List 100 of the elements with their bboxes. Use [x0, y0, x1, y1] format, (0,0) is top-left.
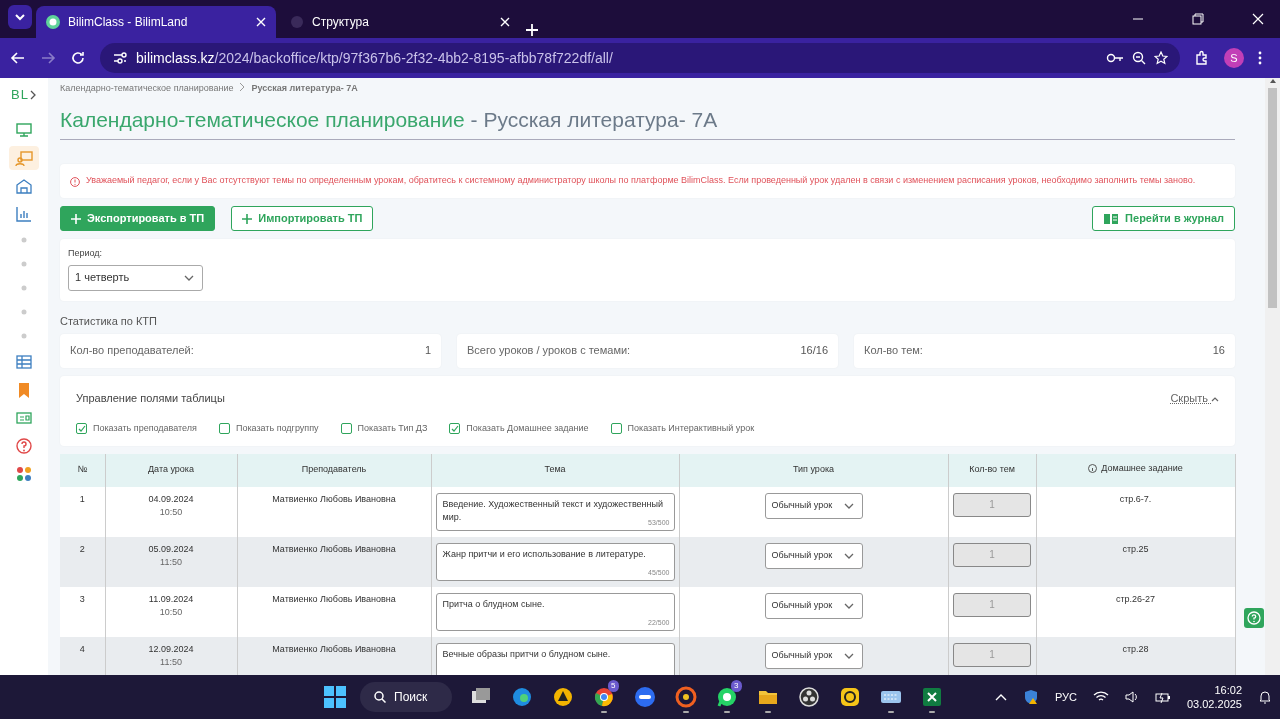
extensions-icon[interactable] — [1194, 50, 1210, 66]
lesson-time: 10:50 — [158, 506, 184, 520]
profile-avatar[interactable]: S — [1224, 48, 1244, 68]
stat-value: 1 — [424, 343, 431, 359]
browser-tab[interactable]: Структура — [280, 6, 520, 38]
search-field[interactable]: Поиск — [360, 682, 452, 712]
monitor-icon — [15, 121, 33, 139]
address-field[interactable]: bilimclass.kz/2024/backoffice/ktp/97f367b6-2f32-4bb2-8195-afbb78f722df/all/ — [100, 43, 1180, 73]
taskbar-app[interactable]: 5 — [586, 680, 621, 714]
help-icon — [15, 437, 33, 455]
help-icon — [1247, 611, 1261, 625]
notification-badge: 5 — [608, 680, 619, 692]
help-button[interactable] — [1244, 608, 1264, 628]
column-header: Домашнее задание — [1101, 462, 1183, 476]
page-title: Календарно-тематическое планирование — [60, 107, 465, 131]
notification-icon[interactable] — [1258, 690, 1272, 704]
lesson-type-select[interactable]: Обычный урок — [764, 592, 863, 619]
expand-icon[interactable] — [28, 90, 37, 100]
language-indicator[interactable]: РУС — [1054, 688, 1077, 706]
site-icon — [46, 15, 60, 29]
table-icon — [15, 353, 33, 371]
plus-icon — [242, 213, 253, 224]
shield-icon[interactable] — [1022, 689, 1039, 705]
page-subtitle: - Русская литература- 7А — [470, 107, 718, 131]
breadcrumb-link[interactable]: Календарно-тематическое планирование — [60, 82, 234, 96]
close-icon[interactable] — [256, 17, 266, 27]
period-select[interactable]: 1 четверть — [68, 264, 203, 291]
lesson-type-select[interactable]: Обычный урок — [764, 642, 863, 669]
wifi-icon[interactable] — [1092, 691, 1109, 703]
teacher-name: Матвиенко Любовь Ивановна — [272, 543, 396, 554]
homework-text: стр.26-27 — [1115, 593, 1156, 604]
scrollbar-thumb[interactable] — [1268, 88, 1277, 308]
checkbox[interactable] — [76, 423, 87, 435]
browser-tab[interactable]: BilimClass - BilimLand — [36, 6, 276, 38]
close-icon[interactable] — [500, 17, 510, 27]
bar-chart-icon — [15, 205, 33, 223]
tab-title: BilimClass - BilimLand — [68, 14, 189, 31]
book-icon — [1103, 212, 1120, 225]
stat-label: Всего уроков / уроков с темами: — [467, 343, 631, 359]
video-call-icon — [632, 685, 657, 709]
new-tab-icon[interactable] — [524, 22, 540, 38]
speaker-icon[interactable] — [1124, 691, 1139, 703]
stat-value: 16 — [1212, 343, 1225, 359]
chevron-up-icon — [1211, 395, 1219, 402]
dot-icon — [21, 309, 27, 315]
logo: BL — [11, 86, 29, 105]
forward-icon[interactable] — [40, 50, 56, 66]
tab-search-icon[interactable] — [8, 5, 32, 29]
stat-label: Кол-во тем: — [864, 343, 923, 359]
lesson-time: 11:50 — [159, 656, 183, 670]
lesson-time: 10:50 — [158, 606, 184, 620]
presentation-icon — [15, 149, 33, 167]
close-icon[interactable] — [1252, 13, 1264, 25]
taskbar-app[interactable]: 3 — [709, 680, 744, 714]
row-number: 2 — [79, 543, 85, 554]
dot-icon — [21, 333, 27, 339]
dot-icon — [21, 285, 27, 291]
stat-label: Кол-во преподавателей: — [70, 343, 194, 359]
building-icon — [15, 177, 33, 195]
id-card-icon — [15, 409, 33, 427]
site-settings-icon — [112, 50, 128, 66]
checkbox[interactable] — [340, 423, 352, 435]
back-icon[interactable] — [10, 50, 26, 66]
site-icon — [290, 15, 304, 29]
star-icon[interactable] — [1154, 51, 1168, 65]
lesson-date: 12.09.2024 — [147, 642, 195, 656]
plus-icon — [71, 213, 81, 224]
battery-icon[interactable] — [1154, 691, 1171, 703]
checkbox-label: Показать преподавателя — [93, 422, 197, 436]
restore-icon[interactable] — [1192, 13, 1204, 25]
column-header: Тип урока — [792, 464, 835, 475]
panel-title: Управление полями таблицы — [76, 390, 225, 406]
lesson-type-select[interactable]: Обычный урок — [764, 492, 863, 519]
breadcrumb-current: Русская литература- 7А — [251, 82, 358, 95]
lesson-type-select[interactable]: Обычный урок — [764, 542, 863, 569]
checkbox[interactable] — [218, 423, 230, 435]
hide-link[interactable]: Скрыть — [1170, 389, 1219, 407]
zoom-icon[interactable] — [1132, 51, 1146, 65]
info-icon — [70, 176, 80, 187]
menu-icon[interactable] — [1258, 50, 1262, 66]
key-icon[interactable] — [1106, 52, 1124, 64]
topic-field[interactable]: Вечные образы притчи о блудном сыне. — [435, 642, 675, 675]
reload-icon[interactable] — [70, 50, 86, 66]
column-header: № — [77, 464, 88, 475]
chevron-up-icon[interactable] — [994, 693, 1007, 701]
lesson-date: 04.09.2024 — [147, 492, 195, 506]
search-icon — [374, 691, 386, 703]
checkbox[interactable] — [449, 423, 461, 435]
teacher-name: Матвиенко Любовь Ивановна — [272, 593, 396, 604]
checkbox[interactable] — [610, 423, 622, 435]
period-label: Период: — [68, 247, 104, 261]
checkbox-label: Показать Тип ДЗ — [357, 422, 428, 436]
chevron-right-icon — [239, 82, 246, 92]
teacher-name: Матвиенко Любовь Ивановна — [272, 493, 396, 504]
column-header: Дата урока — [148, 464, 194, 475]
tab-title: Структура — [312, 14, 370, 31]
lesson-time: 11:50 — [159, 556, 183, 570]
homework-text: стр.6-7. — [1119, 493, 1152, 504]
row-number: 3 — [79, 593, 85, 604]
homework-text: стр.25 — [1122, 543, 1149, 554]
